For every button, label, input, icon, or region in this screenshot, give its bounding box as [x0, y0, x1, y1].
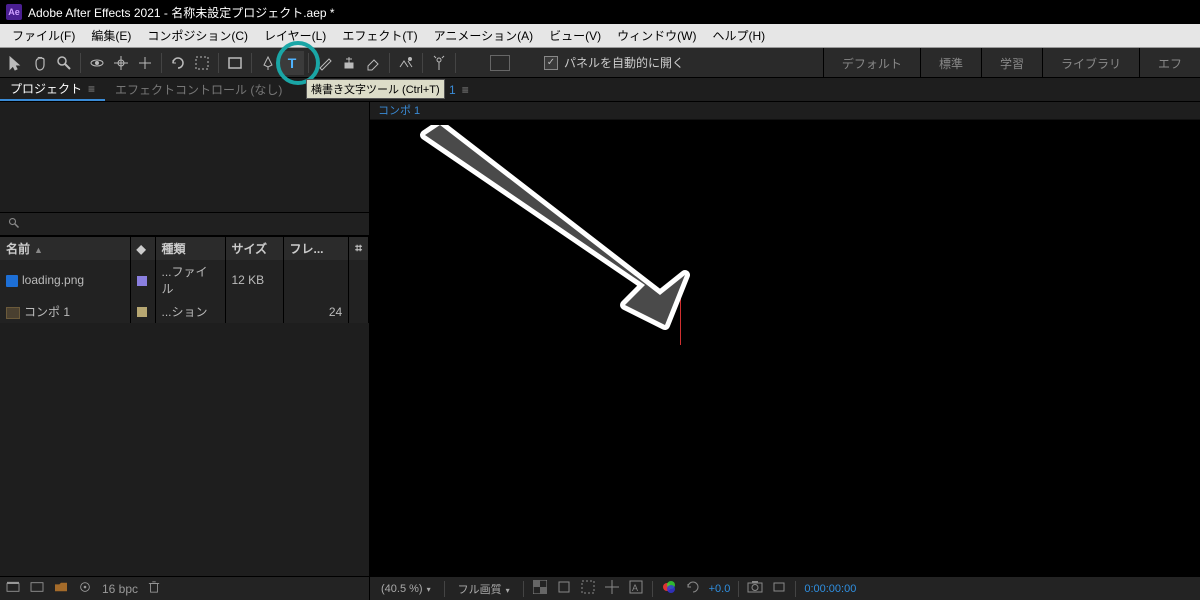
puppet-pin-tool-icon[interactable] [427, 51, 451, 75]
menu-effect[interactable]: エフェクト(T) [334, 25, 425, 46]
workspace-tab-effects[interactable]: エフ [1139, 48, 1200, 78]
rectangle-tool-icon[interactable] [223, 51, 247, 75]
label-swatch[interactable] [137, 276, 147, 286]
menu-view[interactable]: ビュー(V) [541, 25, 609, 46]
project-search-row [0, 212, 369, 236]
brush-tool-icon[interactable] [313, 51, 337, 75]
menu-help[interactable]: ヘルプ(H) [705, 25, 774, 46]
workspace-tab-standard[interactable]: 標準 [920, 48, 981, 78]
window-title: Adobe After Effects 2021 - 名称未設定プロジェクト.a… [28, 4, 335, 21]
interpret-footage-icon[interactable] [6, 581, 20, 596]
menu-bar: ファイル(F) 編集(E) コンポジション(C) レイヤー(L) エフェクト(T… [0, 24, 1200, 48]
viewer-tab-bar: コンポ 1 [370, 102, 1200, 120]
project-item-row[interactable]: コンポ 1 ...ション 24 [0, 300, 369, 323]
search-icon [8, 217, 20, 232]
menu-file[interactable]: ファイル(F) [4, 25, 83, 46]
menu-layer[interactable]: レイヤー(L) [256, 25, 334, 46]
tool-bar: T ✓ パネルを自動的に開く デフォルト 標準 学習 ライブラリ エフ [0, 48, 1200, 78]
col-name[interactable]: 名前▲ [0, 237, 130, 261]
grid-guide-icon[interactable] [604, 580, 620, 597]
label-swatch[interactable] [137, 307, 147, 317]
col-label[interactable]: ◆ [130, 237, 155, 261]
mask-toggle-icon[interactable] [556, 580, 572, 597]
col-type[interactable]: 種類 [155, 237, 225, 261]
exposure-value[interactable]: +0.0 [709, 583, 731, 595]
channel-icon[interactable]: A [628, 580, 644, 597]
menu-animation[interactable]: アニメーション(A) [426, 25, 542, 46]
snapshot-icon[interactable] [747, 580, 763, 597]
tooltip-text-tool: 横書き文字ツール (Ctrl+T) [306, 79, 445, 99]
resolution-dropdown[interactable]: フル画質▾ [453, 580, 515, 598]
clone-stamp-tool-icon[interactable] [337, 51, 361, 75]
viewer-footer: (40.5 %)▾ フル画質▾ A +0.0 0:00:00:00 [370, 576, 1200, 600]
new-folder-icon[interactable] [54, 581, 68, 596]
menu-window[interactable]: ウィンドウ(W) [609, 25, 704, 46]
eraser-tool-icon[interactable] [361, 51, 385, 75]
project-item-row[interactable]: loading.png ...ファイル 12 KB [0, 260, 369, 300]
panel-tab-row: プロジェクト≡ エフェクトコントロール (なし) ョン コンポ 1≡ 横書き文字… [0, 78, 1200, 102]
transparency-grid-icon[interactable] [532, 580, 548, 597]
app-logo: Ae [6, 4, 22, 20]
title-bar: Ae Adobe After Effects 2021 - 名称未設定プロジェク… [0, 0, 1200, 24]
zoom-tool-icon[interactable] [52, 51, 76, 75]
project-settings-icon[interactable] [78, 580, 92, 597]
workspace-tabs: デフォルト 標準 学習 ライブラリ エフ [823, 48, 1200, 78]
region-interest-icon[interactable] [580, 580, 596, 597]
roto-brush-tool-icon[interactable] [394, 51, 418, 75]
project-items-table: 名前▲ ◆ 種類 サイズ フレ... ⌗ loading.png ...ファイル… [0, 236, 369, 323]
show-snapshot-icon[interactable] [771, 580, 787, 597]
trash-icon[interactable] [148, 580, 160, 597]
auto-open-panel-checkbox[interactable]: ✓ [544, 56, 558, 70]
pen-tool-icon[interactable] [256, 51, 280, 75]
project-search-input[interactable] [24, 217, 361, 232]
menu-edit[interactable]: 編集(E) [83, 25, 139, 46]
composition-viewport[interactable] [370, 120, 1200, 576]
hand-tool-icon[interactable] [28, 51, 52, 75]
composition-icon [6, 307, 20, 319]
main-area: 名前▲ ◆ 種類 サイズ フレ... ⌗ loading.png ...ファイル… [0, 102, 1200, 600]
viewer-tab-comp1[interactable]: コンポ 1 [370, 100, 428, 121]
new-composition-icon[interactable] [30, 581, 44, 596]
text-tool-icon[interactable]: T [280, 51, 304, 75]
mask-tool-icon[interactable] [190, 51, 214, 75]
workspace-tab-learn[interactable]: 学習 [981, 48, 1042, 78]
col-framerate[interactable]: フレ... [283, 237, 349, 261]
panel-menu-icon[interactable]: ≡ [88, 82, 95, 96]
color-management-icon[interactable] [661, 580, 677, 597]
current-time[interactable]: 0:00:00:00 [804, 583, 856, 595]
tab-effect-controls[interactable]: エフェクトコントロール (なし) [105, 78, 292, 101]
workspace-tab-default[interactable]: デフォルト [823, 48, 920, 78]
svg-text:A: A [632, 583, 638, 593]
pan-behind-tool-icon[interactable] [109, 51, 133, 75]
col-org[interactable]: ⌗ [349, 237, 369, 261]
tab-project[interactable]: プロジェクト≡ [0, 78, 105, 101]
file-icon [6, 275, 18, 287]
anchor-tool-icon[interactable] [133, 51, 157, 75]
project-panel: 名前▲ ◆ 種類 サイズ フレ... ⌗ loading.png ...ファイル… [0, 102, 370, 600]
bpc-label[interactable]: 16 bpc [102, 582, 138, 596]
workspace-tab-library[interactable]: ライブラリ [1042, 48, 1139, 78]
orbit-tool-icon[interactable] [85, 51, 109, 75]
col-size[interactable]: サイズ [225, 237, 283, 261]
reset-exposure-icon[interactable] [685, 580, 701, 597]
project-bottom-bar: 16 bpc [0, 576, 369, 600]
snapping-toggle-icon[interactable] [490, 55, 510, 71]
annotation-arrow [395, 125, 715, 355]
zoom-dropdown[interactable]: (40.5 %)▾ [376, 582, 436, 596]
rotate-tool-icon[interactable] [166, 51, 190, 75]
selection-tool-icon[interactable] [4, 51, 28, 75]
text-cursor [680, 290, 681, 345]
auto-open-panel-label: パネルを自動的に開く [564, 54, 684, 71]
menu-composition[interactable]: コンポジション(C) [139, 25, 256, 46]
composition-panel: コンポ 1 (40.5 %)▾ フル画質▾ A [370, 102, 1200, 600]
